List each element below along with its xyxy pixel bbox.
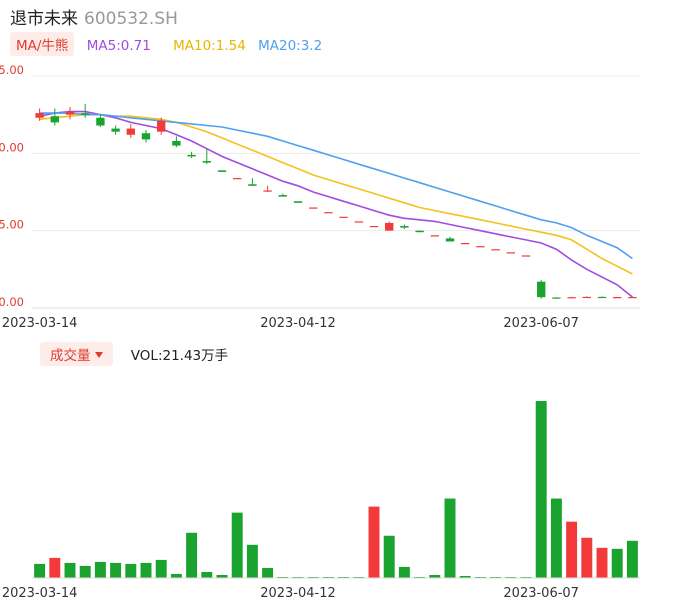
candle-body — [445, 238, 455, 242]
candle-body — [597, 296, 607, 299]
candle-body — [35, 113, 44, 118]
volume-bar — [140, 562, 152, 578]
candle-body — [111, 128, 120, 132]
volume-bar — [94, 561, 106, 578]
x-tick-label: 2023-06-07 — [503, 316, 579, 331]
y-tick-label: 5.00 — [0, 218, 24, 232]
x-tick-label: 2023-03-14 — [2, 586, 78, 601]
candle-body — [567, 297, 576, 299]
volume-bar — [231, 512, 243, 578]
x-tick-label: 2023-04-12 — [260, 316, 336, 331]
candle-body — [172, 140, 181, 146]
x-tick-label: 2023-03-14 — [2, 316, 78, 331]
candle-body — [81, 113, 90, 115]
candle-body — [233, 178, 242, 180]
volume-bar — [611, 548, 623, 578]
volume-bar — [110, 562, 122, 578]
candle-body — [430, 235, 439, 237]
volume-bar — [34, 563, 46, 578]
candle-body — [385, 222, 394, 231]
volume-bar — [444, 498, 456, 578]
candle-body — [126, 128, 135, 135]
candle-body — [263, 190, 272, 192]
candle-body — [506, 252, 515, 254]
y-tick-label: 10.00 — [0, 140, 24, 154]
candle-body — [187, 154, 196, 157]
volume-bar — [581, 537, 593, 578]
y-tick-label: 15.00 — [0, 63, 24, 77]
volume-bar — [201, 571, 213, 578]
candle-body — [96, 117, 105, 126]
candle-body — [415, 230, 424, 233]
x-tick-label: 2023-06-07 — [503, 586, 579, 601]
candle-body — [293, 201, 303, 203]
candle-body — [202, 161, 211, 163]
volume-bar — [186, 532, 198, 578]
candle-body — [278, 195, 287, 197]
candle-body — [354, 221, 363, 223]
volume-bar — [262, 567, 274, 578]
volume-bar — [170, 573, 182, 578]
ma-line-ma20 — [39, 112, 633, 260]
candle-body — [537, 281, 546, 298]
candle-body — [248, 184, 257, 186]
candle-body — [491, 249, 500, 251]
candle-body — [157, 120, 166, 132]
candle-body — [400, 226, 409, 228]
volume-bar — [368, 506, 380, 578]
ma-line-ma5 — [39, 110, 633, 298]
candle-body — [476, 246, 485, 248]
volume-bar — [125, 563, 137, 578]
volume-bar — [566, 521, 578, 578]
volume-bar — [155, 559, 167, 578]
volume-bar — [79, 565, 91, 578]
volume-bar — [398, 566, 410, 578]
candle-body — [50, 116, 59, 123]
candle-body — [339, 216, 348, 218]
candle-body — [613, 297, 622, 299]
candle-body — [141, 133, 151, 140]
volume-bar — [550, 498, 562, 578]
candle-body — [65, 111, 75, 115]
volume-bar — [535, 401, 547, 578]
volume-bar — [246, 544, 258, 578]
volume-bar — [596, 547, 608, 578]
candle-body — [521, 255, 531, 257]
volume-bar — [49, 557, 61, 578]
candle-body — [309, 207, 318, 209]
volume-bar — [383, 535, 395, 578]
y-tick-label: 0.00 — [0, 295, 24, 309]
candle-body — [461, 243, 470, 245]
candle-body — [217, 170, 227, 172]
volume-bar — [626, 540, 638, 578]
candle-body — [582, 296, 591, 299]
x-tick-label: 2023-04-12 — [260, 586, 336, 601]
kline-chart[interactable]: 15.00 10.00 5.00 0.00 2023-03-14 2023-04-12 20… — [0, 0, 686, 606]
candle-body — [628, 297, 637, 299]
volume-bar — [64, 562, 76, 578]
candle-body — [552, 297, 561, 299]
candle-body — [324, 212, 333, 214]
ma-line-ma10 — [39, 113, 633, 275]
candle-body — [369, 226, 379, 228]
